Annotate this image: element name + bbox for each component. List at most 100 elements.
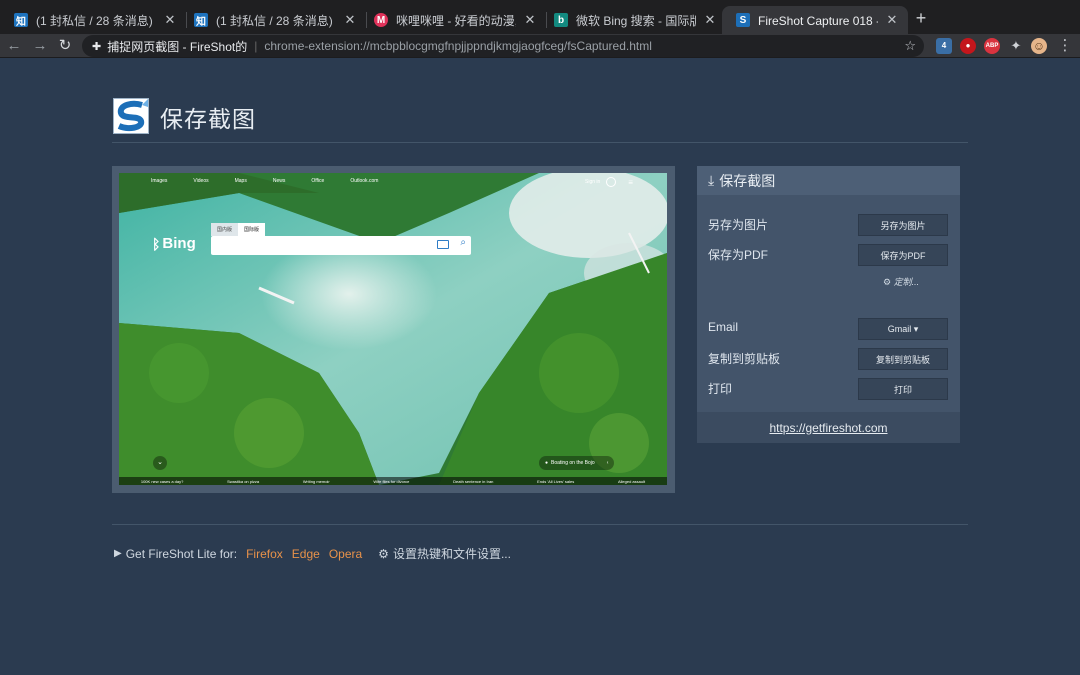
tab-title: (1 封私信 / 28 条消息) 前端工程 [216,13,336,28]
puzzle-icon: ✚ [92,40,102,53]
menu-kebab-icon[interactable]: ⋮ [1056,37,1074,55]
scope-tab[interactable]: 国际版 [238,223,266,236]
divider [112,524,968,525]
panel-footer: https://getfireshot.com [697,412,960,443]
captured-image: Images Videos Maps News Office Outlook.c… [119,173,667,485]
divider: | [254,39,258,53]
search-icon[interactable]: ⌕ [460,237,466,248]
save-panel: ⤓ 保存截图 另存为图片 另存为图片 保存为PDF 保存为PDF ⚙ 定制...… [697,166,960,443]
extension-name: 捕捉网页截图 - FireShot的 [107,39,248,54]
location-pin-icon: ● [545,460,549,466]
gmail-dropdown-button[interactable]: Gmail ▾ [858,318,948,340]
play-triangle-icon: ▶ [114,548,122,559]
save-as-pdf-button[interactable]: 保存为PDF [858,244,948,266]
tab-manager-icon[interactable]: 4 [936,38,952,54]
settings-link[interactable]: 设置热键和文件设置... [393,545,511,562]
zhihu-favicon-icon: 知 [14,13,28,28]
profile-avatar[interactable]: ☺ [1031,38,1047,54]
opera-link[interactable]: Opera [329,547,362,561]
print-label: 打印 [708,382,733,396]
browser-tab-active[interactable]: S FireShot Capture 018 - 微软 Bing ✕ [722,6,908,34]
close-tab-icon[interactable]: ✕ [522,12,538,28]
tab-strip: 知 (1 封私信 / 28 条消息) 麻瓜编程 ✕ 知 (1 封私信 / 28 … [0,0,1080,34]
fireshot-logo [113,98,149,134]
headline-item[interactable]: Death sentence in Iran [453,479,493,484]
copy-clipboard-label: 复制到剪贴板 [708,352,781,366]
zhihu-favicon-icon: 知 [194,13,208,28]
copy-to-clipboard-button[interactable]: 复制到剪贴板 [858,348,948,370]
ublock-icon[interactable]: ● [960,38,976,54]
bing-scope-tabs: 国内版 国际版 [211,223,266,236]
close-tab-icon[interactable]: ✕ [342,12,358,28]
headline-item[interactable]: Alleged assault [618,479,645,484]
bing-signin[interactable]: Sign in ≡ [585,177,633,187]
close-tab-icon[interactable]: ✕ [702,12,718,28]
url-text: chrome-extension://mcbpblocgmgfnpjjppndj… [264,39,652,53]
tab-title: 咪哩咪哩 - 好看的动漫,日本动漫 [396,13,516,28]
nav-link[interactable]: Maps [235,178,247,184]
browser-tab[interactable]: M 咪哩咪哩 - 好看的动漫,日本动漫 ✕ [360,6,546,34]
back-arrow-icon[interactable]: ← [5,37,23,55]
scope-tab[interactable]: 国内版 [211,223,239,236]
abp-icon[interactable]: ABP [984,38,1000,54]
mimi-favicon-icon: M [374,13,388,27]
bing-search-box[interactable]: ⌕ [211,236,471,255]
bing-favicon-icon: b [554,13,568,27]
headline-strip: 100K new cases a day? Swastika on pizza … [119,477,667,485]
nav-link[interactable]: News [273,178,286,184]
screenshot-preview: Images Videos Maps News Office Outlook.c… [112,166,675,493]
save-pdf-label: 保存为PDF [708,248,769,262]
browser-toolbar: ← → ↻ ✚ 捕捉网页截图 - FireShot的 | chrome-exte… [0,34,1080,58]
customize-link[interactable]: ⚙ 定制... [883,275,919,288]
gear-icon: ⚙ [378,546,389,561]
save-as-image-button[interactable]: 另存为图片 [858,214,948,236]
gear-icon: ⚙ [883,277,892,287]
headline-item[interactable]: 100K new cases a day? [141,479,183,484]
close-tab-icon[interactable]: ✕ [162,12,178,28]
headline-item[interactable]: Ends 'All Lives' sales [537,479,574,484]
nav-link[interactable]: Videos [193,178,208,184]
forward-arrow-icon[interactable]: → [31,37,49,55]
lite-prompt: Get FireShot Lite for: [125,546,238,561]
nav-link[interactable]: Images [151,178,167,184]
bing-top-nav: Images Videos Maps News Office Outlook.c… [151,178,378,184]
page-title: 保存截图 [160,106,256,132]
email-label: Email [708,320,739,334]
chevron-left-icon[interactable]: ‹ [607,460,609,466]
footer: ▶ Get FireShot Lite for: Firefox Edge Op… [114,545,511,562]
browser-tab[interactable]: 知 (1 封私信 / 28 条消息) 前端工程 ✕ [180,6,366,34]
puzzle-icon[interactable]: ✦ [1008,38,1024,54]
image-location[interactable]: ● Boating on the Bojo ‹ [539,456,615,470]
close-tab-icon[interactable]: ✕ [884,12,900,28]
browser-tab[interactable]: b 微软 Bing 搜索 - 国际版 ✕ [540,6,726,34]
panel-header: ⤓ 保存截图 [697,166,960,195]
headline-item[interactable]: Swastika on pizza [227,479,259,484]
fireshot-favicon-icon: S [736,13,750,27]
print-button[interactable]: 打印 [858,378,948,400]
keyboard-icon[interactable] [437,240,449,249]
browser-tab[interactable]: 知 (1 封私信 / 28 条消息) 麻瓜编程 ✕ [0,6,186,34]
edge-link[interactable]: Edge [292,547,320,561]
bing-logo: ᛒ Bing [152,235,196,252]
headline-item[interactable]: Wife files for divorce [373,479,409,484]
tab-title: (1 封私信 / 28 条消息) 麻瓜编程 [36,13,156,28]
firefox-link[interactable]: Firefox [246,547,283,561]
address-bar[interactable]: ✚ 捕捉网页截图 - FireShot的 | chrome-extension:… [82,35,924,57]
bookmark-star-icon[interactable]: ☆ [904,38,916,54]
divider [112,142,968,143]
save-image-label: 另存为图片 [708,218,769,232]
new-tab-button[interactable]: + [911,8,931,28]
panel-title: 保存截图 [719,172,776,189]
hamburger-menu-icon: ≡ [628,177,633,187]
download-icon: ⤓ [708,172,715,188]
user-icon [606,177,617,187]
tab-title: FireShot Capture 018 - 微软 Bing [758,13,878,28]
reload-icon[interactable]: ↻ [56,37,74,55]
headline-item[interactable]: Writing memoir [303,479,330,484]
bing-b-icon: ᛒ [152,235,161,252]
tab-title: 微软 Bing 搜索 - 国际版 [576,13,696,28]
chevron-down-icon[interactable]: ⌄ [153,456,167,470]
nav-link[interactable]: Office [311,178,324,184]
getfireshot-link[interactable]: https://getfireshot.com [769,421,887,435]
nav-link[interactable]: Outlook.com [350,178,378,184]
